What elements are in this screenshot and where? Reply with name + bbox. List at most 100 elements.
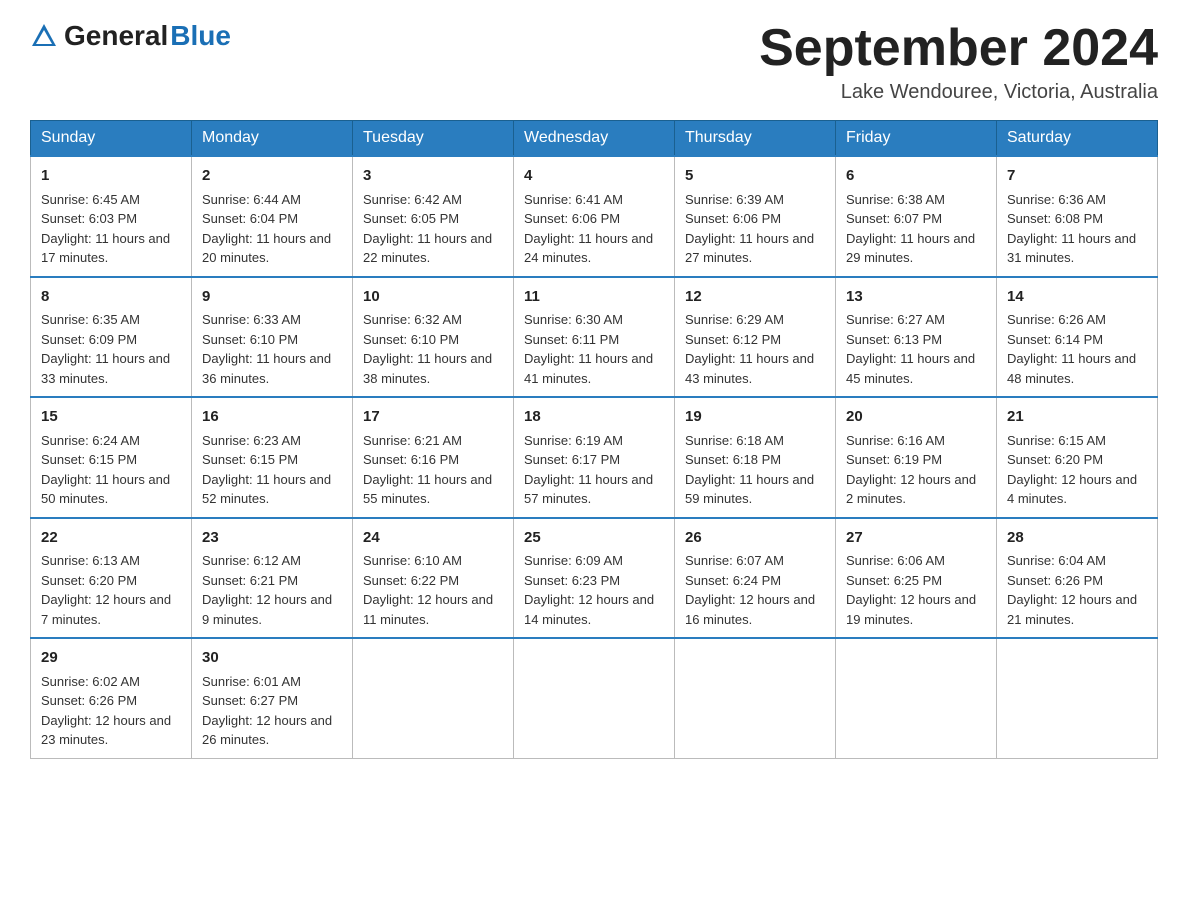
calendar-table: Sunday Monday Tuesday Wednesday Thursday… [30,120,1158,759]
day-info: Sunrise: 6:04 AMSunset: 6:26 PMDaylight:… [1007,551,1147,629]
day-info: Sunrise: 6:42 AMSunset: 6:05 PMDaylight:… [363,190,503,268]
calendar-cell: 14Sunrise: 6:26 AMSunset: 6:14 PMDayligh… [997,277,1158,398]
calendar-cell [836,638,997,758]
calendar-cell: 22Sunrise: 6:13 AMSunset: 6:20 PMDayligh… [31,518,192,639]
day-number: 24 [363,527,503,550]
day-number: 10 [363,286,503,309]
day-info: Sunrise: 6:09 AMSunset: 6:23 PMDaylight:… [524,551,664,629]
calendar-cell: 25Sunrise: 6:09 AMSunset: 6:23 PMDayligh… [514,518,675,639]
day-info: Sunrise: 6:44 AMSunset: 6:04 PMDaylight:… [202,190,342,268]
day-info: Sunrise: 6:41 AMSunset: 6:06 PMDaylight:… [524,190,664,268]
col-thursday: Thursday [675,121,836,157]
day-number: 15 [41,406,181,429]
calendar-cell: 17Sunrise: 6:21 AMSunset: 6:16 PMDayligh… [353,397,514,518]
calendar-cell: 2Sunrise: 6:44 AMSunset: 6:04 PMDaylight… [192,156,353,277]
day-info: Sunrise: 6:19 AMSunset: 6:17 PMDaylight:… [524,431,664,509]
day-info: Sunrise: 6:30 AMSunset: 6:11 PMDaylight:… [524,310,664,388]
calendar-header-row: Sunday Monday Tuesday Wednesday Thursday… [31,121,1158,157]
calendar-cell: 13Sunrise: 6:27 AMSunset: 6:13 PMDayligh… [836,277,997,398]
logo-blue-text: Blue [170,20,231,52]
day-info: Sunrise: 6:36 AMSunset: 6:08 PMDaylight:… [1007,190,1147,268]
col-friday: Friday [836,121,997,157]
day-info: Sunrise: 6:27 AMSunset: 6:13 PMDaylight:… [846,310,986,388]
col-sunday: Sunday [31,121,192,157]
location-subtitle: Lake Wendouree, Victoria, Australia [759,81,1158,104]
day-number: 21 [1007,406,1147,429]
day-number: 29 [41,647,181,670]
day-number: 22 [41,527,181,550]
calendar-cell: 8Sunrise: 6:35 AMSunset: 6:09 PMDaylight… [31,277,192,398]
day-number: 4 [524,165,664,188]
calendar-cell: 24Sunrise: 6:10 AMSunset: 6:22 PMDayligh… [353,518,514,639]
calendar-cell: 3Sunrise: 6:42 AMSunset: 6:05 PMDaylight… [353,156,514,277]
day-number: 16 [202,406,342,429]
col-saturday: Saturday [997,121,1158,157]
day-info: Sunrise: 6:02 AMSunset: 6:26 PMDaylight:… [41,672,181,750]
calendar-week-2: 8Sunrise: 6:35 AMSunset: 6:09 PMDaylight… [31,277,1158,398]
day-number: 18 [524,406,664,429]
day-info: Sunrise: 6:24 AMSunset: 6:15 PMDaylight:… [41,431,181,509]
day-info: Sunrise: 6:45 AMSunset: 6:03 PMDaylight:… [41,190,181,268]
calendar-cell: 6Sunrise: 6:38 AMSunset: 6:07 PMDaylight… [836,156,997,277]
calendar-cell: 15Sunrise: 6:24 AMSunset: 6:15 PMDayligh… [31,397,192,518]
day-info: Sunrise: 6:01 AMSunset: 6:27 PMDaylight:… [202,672,342,750]
day-info: Sunrise: 6:21 AMSunset: 6:16 PMDaylight:… [363,431,503,509]
day-number: 2 [202,165,342,188]
col-wednesday: Wednesday [514,121,675,157]
calendar-cell: 1Sunrise: 6:45 AMSunset: 6:03 PMDaylight… [31,156,192,277]
day-number: 3 [363,165,503,188]
day-info: Sunrise: 6:35 AMSunset: 6:09 PMDaylight:… [41,310,181,388]
calendar-cell: 4Sunrise: 6:41 AMSunset: 6:06 PMDaylight… [514,156,675,277]
calendar-week-3: 15Sunrise: 6:24 AMSunset: 6:15 PMDayligh… [31,397,1158,518]
day-number: 5 [685,165,825,188]
day-info: Sunrise: 6:16 AMSunset: 6:19 PMDaylight:… [846,431,986,509]
day-number: 12 [685,286,825,309]
day-number: 26 [685,527,825,550]
day-info: Sunrise: 6:29 AMSunset: 6:12 PMDaylight:… [685,310,825,388]
day-info: Sunrise: 6:32 AMSunset: 6:10 PMDaylight:… [363,310,503,388]
day-number: 20 [846,406,986,429]
day-number: 30 [202,647,342,670]
calendar-week-4: 22Sunrise: 6:13 AMSunset: 6:20 PMDayligh… [31,518,1158,639]
day-number: 8 [41,286,181,309]
calendar-cell: 27Sunrise: 6:06 AMSunset: 6:25 PMDayligh… [836,518,997,639]
calendar-cell: 11Sunrise: 6:30 AMSunset: 6:11 PMDayligh… [514,277,675,398]
calendar-cell: 10Sunrise: 6:32 AMSunset: 6:10 PMDayligh… [353,277,514,398]
day-info: Sunrise: 6:18 AMSunset: 6:18 PMDaylight:… [685,431,825,509]
calendar-cell: 30Sunrise: 6:01 AMSunset: 6:27 PMDayligh… [192,638,353,758]
month-title: September 2024 [759,20,1158,77]
day-info: Sunrise: 6:26 AMSunset: 6:14 PMDaylight:… [1007,310,1147,388]
day-info: Sunrise: 6:23 AMSunset: 6:15 PMDaylight:… [202,431,342,509]
day-info: Sunrise: 6:10 AMSunset: 6:22 PMDaylight:… [363,551,503,629]
logo-icon [30,22,58,50]
header: General Blue September 2024 Lake Wendour… [30,20,1158,104]
day-number: 13 [846,286,986,309]
calendar-cell: 18Sunrise: 6:19 AMSunset: 6:17 PMDayligh… [514,397,675,518]
day-number: 17 [363,406,503,429]
day-info: Sunrise: 6:12 AMSunset: 6:21 PMDaylight:… [202,551,342,629]
day-info: Sunrise: 6:15 AMSunset: 6:20 PMDaylight:… [1007,431,1147,509]
day-info: Sunrise: 6:13 AMSunset: 6:20 PMDaylight:… [41,551,181,629]
calendar-cell [514,638,675,758]
day-number: 19 [685,406,825,429]
day-info: Sunrise: 6:39 AMSunset: 6:06 PMDaylight:… [685,190,825,268]
day-number: 25 [524,527,664,550]
day-number: 23 [202,527,342,550]
title-block: September 2024 Lake Wendouree, Victoria,… [759,20,1158,104]
calendar-cell: 12Sunrise: 6:29 AMSunset: 6:12 PMDayligh… [675,277,836,398]
day-number: 14 [1007,286,1147,309]
day-info: Sunrise: 6:06 AMSunset: 6:25 PMDaylight:… [846,551,986,629]
calendar-week-1: 1Sunrise: 6:45 AMSunset: 6:03 PMDaylight… [31,156,1158,277]
calendar-cell: 29Sunrise: 6:02 AMSunset: 6:26 PMDayligh… [31,638,192,758]
day-number: 11 [524,286,664,309]
calendar-cell [353,638,514,758]
logo: General Blue [30,20,231,52]
calendar-cell [675,638,836,758]
day-info: Sunrise: 6:38 AMSunset: 6:07 PMDaylight:… [846,190,986,268]
day-number: 1 [41,165,181,188]
day-number: 28 [1007,527,1147,550]
calendar-cell: 5Sunrise: 6:39 AMSunset: 6:06 PMDaylight… [675,156,836,277]
calendar-cell: 20Sunrise: 6:16 AMSunset: 6:19 PMDayligh… [836,397,997,518]
col-monday: Monday [192,121,353,157]
day-number: 27 [846,527,986,550]
